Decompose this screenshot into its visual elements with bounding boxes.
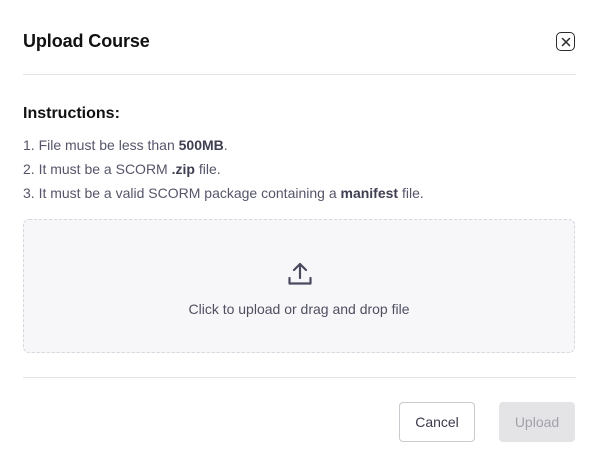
upload-icon [288, 262, 312, 285]
instruction-text: 2. It must be a SCORM [23, 161, 172, 177]
close-icon [561, 37, 570, 46]
instruction-item: 1. File must be less than 500MB. [23, 137, 228, 153]
footer-divider [23, 377, 576, 378]
dialog-header: Upload Course [23, 0, 576, 75]
cancel-button[interactable]: Cancel [399, 402, 475, 442]
instruction-text: file. [194, 161, 221, 177]
dropzone-label: Click to upload or drag and drop file [188, 301, 410, 317]
instruction-item: 2. It must be a SCORM .zip file. [23, 161, 221, 177]
instruction-emphasis: manifest [340, 185, 399, 201]
instruction-emphasis: 500MB [178, 137, 224, 153]
instruction-item: 3. It must be a valid SCORM package cont… [23, 185, 424, 201]
instruction-text: 3. It must be a valid SCORM package cont… [23, 185, 341, 201]
instruction-text: file. [398, 185, 424, 201]
upload-course-dialog: Upload Course Instructions: 1. File must… [0, 0, 599, 462]
instruction-text: 1. File must be less than [23, 137, 179, 153]
instruction-text: . [223, 137, 228, 153]
instructions-heading: Instructions: [23, 105, 120, 122]
close-button[interactable] [556, 32, 575, 51]
dialog-title: Upload Course [23, 31, 150, 51]
upload-button[interactable]: Upload [499, 402, 575, 442]
file-dropzone[interactable]: Click to upload or drag and drop file [23, 219, 575, 353]
instruction-emphasis: .zip [171, 161, 195, 177]
